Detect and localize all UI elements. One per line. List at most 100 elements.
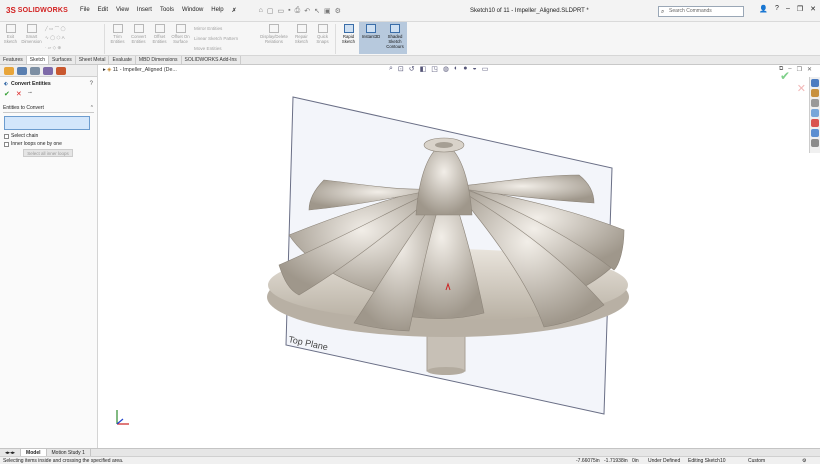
repair-sketch-button[interactable]: Repair Sketch xyxy=(291,22,312,54)
point-icon[interactable]: · ▱ ◇ ⊕ xyxy=(45,45,99,51)
inner-loops-checkbox[interactable] xyxy=(4,141,9,147)
quick-snaps-button[interactable]: Quick Snaps xyxy=(312,22,333,54)
menu-file[interactable]: File xyxy=(76,7,94,14)
search-icon: ⌕ xyxy=(661,9,665,15)
display-delete-relations-button[interactable]: Display/Delete Relations xyxy=(257,22,291,54)
trim-entities-label: Trim Entities xyxy=(110,34,125,44)
menu-help[interactable]: Help xyxy=(207,7,227,14)
exit-sketch-button[interactable]: Exit Sketch xyxy=(0,22,21,54)
tab-add-ins[interactable]: SOLIDWORKS Add-Ins xyxy=(182,56,241,64)
menu-tools[interactable]: Tools xyxy=(156,7,178,14)
command-manager: Exit Sketch Smart Dimension ╱ ▭ ⌒ ◯ ∿ ◯ … xyxy=(0,22,820,56)
minimize-button[interactable]: – xyxy=(786,5,790,13)
feature-manager-icon[interactable] xyxy=(4,67,14,75)
user-icon[interactable]: 👤 xyxy=(759,5,768,13)
tab-sheet-metal[interactable]: Sheet Metal xyxy=(76,56,110,64)
inner-loops-option[interactable]: Inner loops one by one xyxy=(4,141,93,147)
offset-on-surface-icon xyxy=(175,24,186,33)
display-manager-icon[interactable] xyxy=(56,67,66,75)
model-render[interactable]: Top Plane xyxy=(99,65,820,448)
solidworks-logo[interactable]: 3S SOLIDWORKS xyxy=(6,6,68,15)
help-icon[interactable]: ? xyxy=(775,5,779,13)
trim-entities-icon xyxy=(112,24,123,33)
smart-dimension-button[interactable]: Smart Dimension xyxy=(21,22,42,54)
tab-mbd-dimensions[interactable]: MBD Dimensions xyxy=(136,56,182,64)
trim-entities-button[interactable]: Trim Entities xyxy=(107,22,128,54)
convert-entities-label: Convert Entities xyxy=(130,34,147,44)
exit-sketch-label: Exit Sketch xyxy=(3,34,18,44)
tab-model[interactable]: Model xyxy=(21,449,47,456)
menu-insert[interactable]: Insert xyxy=(133,7,156,14)
home-icon[interactable]: ⌂ xyxy=(259,7,263,15)
convert-entities-pm-icon: ⬖ xyxy=(4,81,8,87)
relations-icon xyxy=(269,24,279,33)
property-manager-icon[interactable] xyxy=(17,67,27,75)
smart-dimension-icon xyxy=(26,24,37,33)
pm-help-icon[interactable]: ? xyxy=(90,81,93,87)
select-all-inner-loops-button[interactable]: Select all inner loops xyxy=(23,149,73,157)
menu-bar: File Edit View Insert Tools Window Help … xyxy=(76,7,241,14)
menu-view[interactable]: View xyxy=(112,7,133,14)
open-icon[interactable]: ▭ xyxy=(278,7,285,15)
repair-sketch-label: Repair Sketch xyxy=(294,34,309,44)
save-icon[interactable]: ▪ xyxy=(288,7,290,15)
options-icon[interactable]: ⚙ xyxy=(335,7,341,15)
tab-surfaces[interactable]: Surfaces xyxy=(49,56,76,64)
keep-visible-pin-icon[interactable]: ⊸ xyxy=(28,90,32,98)
quick-snaps-icon xyxy=(317,24,328,33)
rapid-sketch-button[interactable]: Rapid Sketch xyxy=(338,22,359,54)
line-icon[interactable]: ╱ ▭ ⌒ ◯ xyxy=(45,26,99,32)
convert-entities-icon xyxy=(133,24,144,33)
tab-evaluate[interactable]: Evaluate xyxy=(109,56,136,64)
menu-window[interactable]: Window xyxy=(178,7,207,14)
offset-on-surface-button[interactable]: Offset On Surface xyxy=(170,22,191,54)
logo-text: SOLIDWORKS xyxy=(17,7,69,14)
inner-loops-label: Inner loops one by one xyxy=(11,141,62,147)
move-entities-button[interactable]: Move Entities xyxy=(194,46,254,51)
tab-sketch[interactable]: Sketch xyxy=(26,56,50,64)
select-chain-option[interactable]: Select chain xyxy=(4,133,93,139)
rebuild-icon[interactable]: ▣ xyxy=(324,7,331,15)
hub-bore xyxy=(435,142,453,148)
graphics-area[interactable]: ▸ ◈ 11 - Impeller_Aligned (De... ⌕ ⊡ ↺ ◧… xyxy=(99,65,820,448)
spline-icon[interactable]: ∿ ◯ ⬡ A xyxy=(45,35,99,41)
cancel-x-icon[interactable]: ✕ xyxy=(16,90,22,98)
entities-to-convert-header[interactable]: Entities to Convert ⌃ xyxy=(3,105,94,113)
menu-edit[interactable]: Edit xyxy=(94,7,112,14)
pm-actions: ✔ ✕ ⊸ xyxy=(0,87,97,101)
tab-features[interactable]: Features xyxy=(0,56,27,64)
offset-entities-icon xyxy=(154,24,165,33)
shaded-contours-label: Shaded Sketch Contours xyxy=(386,34,404,49)
search-commands-input[interactable]: ⌕ Search Commands xyxy=(658,6,744,17)
print-icon[interactable]: ⎙ xyxy=(295,7,301,15)
select-chain-label: Select chain xyxy=(11,133,39,139)
linear-sketch-pattern-button[interactable]: Linear Sketch Pattern xyxy=(194,36,254,41)
select-icon[interactable]: ↖ xyxy=(314,7,320,15)
restore-button[interactable]: ❐ xyxy=(797,5,803,13)
instant3d-button[interactable]: Instant3D xyxy=(359,22,383,54)
shaded-sketch-contours-button[interactable]: Shaded Sketch Contours xyxy=(383,22,407,54)
instant3d-icon xyxy=(366,24,376,33)
convert-entities-button[interactable]: Convert Entities xyxy=(128,22,149,54)
ok-check-icon[interactable]: ✔ xyxy=(4,90,10,98)
configuration-manager-icon[interactable] xyxy=(30,67,40,75)
collapse-chevron-icon[interactable]: ⌃ xyxy=(90,105,94,111)
group-label: Entities to Convert xyxy=(3,105,44,111)
pin-icon[interactable]: ✗ xyxy=(228,7,241,14)
select-chain-checkbox[interactable] xyxy=(4,133,9,139)
dimxpert-icon[interactable] xyxy=(43,67,53,75)
window-controls: 👤 ? – ❐ ✕ xyxy=(759,5,816,13)
entities-selection-box[interactable] xyxy=(4,116,90,130)
tab-motion-study[interactable]: Motion Study 1 xyxy=(47,449,91,456)
shaft-end xyxy=(427,367,465,375)
close-button[interactable]: ✕ xyxy=(810,5,816,13)
undo-icon[interactable]: ↶ xyxy=(304,7,310,15)
relations-label: Display/Delete Relations xyxy=(260,34,288,44)
exit-sketch-icon xyxy=(5,24,16,33)
mirror-entities-button[interactable]: Mirror Entities xyxy=(194,26,254,31)
tab-scroll-arrows[interactable]: ◂▸◂▸ xyxy=(0,449,22,456)
shaded-contours-icon xyxy=(390,24,400,33)
offset-entities-button[interactable]: Offset Entities xyxy=(149,22,170,54)
quick-snaps-label: Quick Snaps xyxy=(316,34,329,44)
new-icon[interactable]: ▢ xyxy=(267,7,274,15)
